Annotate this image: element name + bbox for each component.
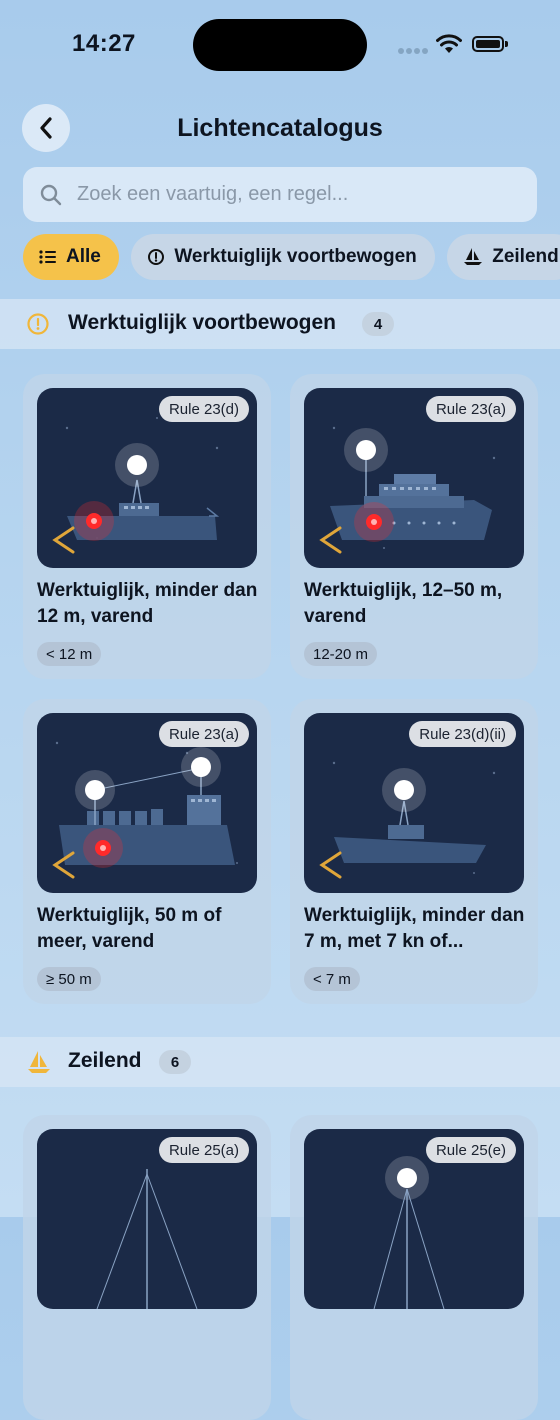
vessel-title: Werktuiglijk, minder dan 7 m, met 7 kn o… <box>304 905 525 952</box>
vessel-illustration: Rule 25(a) <box>37 1129 257 1309</box>
vessel-card[interactable]: Rule 25(e) <box>290 1115 538 1420</box>
rule-badge: Rule 23(d) <box>158 396 249 422</box>
vessel-title: Werktuiglijk, 50 m of meer, varend <box>37 905 222 952</box>
filter-chips: Alle Werktuiglijk voortbewogen Zeilend <box>23 234 560 280</box>
gauge-icon <box>147 248 165 266</box>
vessel-illustration: Rule 23(a) <box>37 713 257 893</box>
rule-badge: Rule 23(d)(ii) <box>409 721 516 747</box>
dynamic-island <box>193 19 367 71</box>
rule-badge: Rule 25(a) <box>158 1137 249 1163</box>
section-count-badge: 4 <box>362 312 394 336</box>
filter-chip-label: Zeilend <box>492 246 559 267</box>
filter-chip-alle[interactable]: Alle <box>23 234 119 280</box>
section-title: Werktuiglijk voortbewogen <box>68 311 336 334</box>
length-badge: ≥ 50 m <box>37 967 101 991</box>
vessel-title: Werktuiglijk, minder dan 12 m, varend <box>37 580 258 627</box>
vessel-card[interactable]: Rule 25(a) <box>23 1115 271 1420</box>
vessel-card[interactable]: Rule 23(a) Werktuiglijk, 12–50 m, varend… <box>290 374 538 679</box>
status-bar: 14:27 <box>0 0 560 90</box>
rule-badge: Rule 23(a) <box>425 396 516 422</box>
list-icon <box>39 249 57 265</box>
search-icon <box>40 184 62 205</box>
length-badge: < 12 m <box>37 642 102 666</box>
section-count-badge: 6 <box>159 1050 191 1074</box>
status-time: 14:27 <box>72 30 136 57</box>
rule-badge: Rule 25(e) <box>425 1137 516 1163</box>
vessel-card[interactable]: Rule 23(d) Werktuiglijk, minder dan 12 m… <box>23 374 271 679</box>
rule-badge: Rule 23(a) <box>158 721 249 747</box>
filter-chip-label: Werktuiglijk voortbewogen <box>174 246 417 267</box>
length-badge: < 7 m <box>304 967 360 991</box>
filter-chip-zeilend[interactable]: Zeilend <box>447 234 560 280</box>
sailboat-icon <box>28 1051 50 1073</box>
search-input[interactable] <box>75 182 499 207</box>
page-title: Lichtencatalogus <box>177 114 383 142</box>
vessel-illustration: Rule 23(d)(ii) <box>304 713 524 893</box>
vessel-card[interactable]: Rule 23(a) Werktuiglijk, 50 m of meer, v… <box>23 699 271 1004</box>
battery-icon <box>472 36 508 52</box>
sailboat-icon <box>463 247 483 267</box>
vessel-illustration: Rule 23(d) <box>37 388 257 568</box>
vessel-card[interactable]: Rule 23(d)(ii) Werktuiglijk, minder dan … <box>290 699 538 1004</box>
vessel-illustration: Rule 25(e) <box>304 1129 524 1309</box>
filter-chip-label: Alle <box>66 246 101 267</box>
section-header-werktuiglijk: Werktuiglijk voortbewogen 4 <box>0 299 560 349</box>
search-bar[interactable] <box>23 167 537 222</box>
vessel-title: Werktuiglijk, 12–50 m, varend <box>304 580 503 627</box>
gauge-icon <box>27 313 49 335</box>
filter-chip-werktuiglijk[interactable]: Werktuiglijk voortbewogen <box>131 234 435 280</box>
vessel-illustration: Rule 23(a) <box>304 388 524 568</box>
length-badge: 12-20 m <box>304 642 378 666</box>
signal-icon <box>398 41 430 59</box>
wifi-icon <box>436 34 462 53</box>
section-header-zeilend: Zeilend 6 <box>0 1037 560 1087</box>
section-title: Zeilend <box>68 1049 142 1072</box>
